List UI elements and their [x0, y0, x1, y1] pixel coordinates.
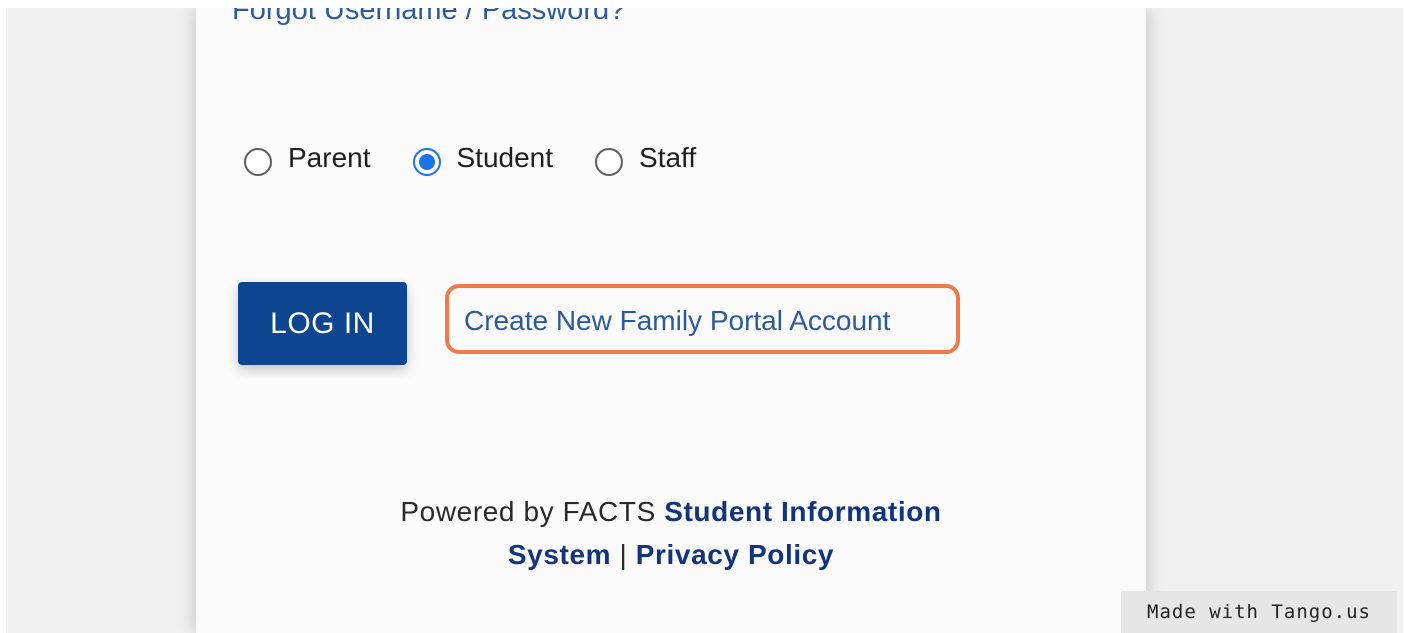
radio-parent[interactable]: [244, 148, 272, 176]
forgot-credentials-link[interactable]: Forgot Username / Password?: [232, 8, 625, 27]
radio-student-label: Student: [456, 142, 554, 173]
footer-separator: |: [611, 539, 636, 570]
tango-watermark: Made with Tango.us: [1121, 591, 1397, 633]
screenshot-frame: Forgot Username / Password? Parent Stude…: [6, 8, 1403, 633]
footer: Powered by FACTS Student Information Syst…: [196, 490, 1146, 576]
privacy-policy-link[interactable]: Privacy Policy: [636, 539, 834, 570]
powered-by-text: Powered by FACTS: [400, 496, 665, 527]
highlight-annotation: Create New Family Portal Account: [445, 284, 960, 354]
radio-staff[interactable]: [595, 148, 624, 176]
radio-staff-label: Staff: [639, 142, 697, 173]
radio-selected-dot: [418, 154, 435, 170]
radio-student[interactable]: [412, 148, 441, 176]
role-option-staff[interactable]: Staff: [595, 140, 696, 176]
login-button[interactable]: LOG IN: [238, 282, 407, 365]
sis-link-line2: System: [507, 539, 612, 570]
role-radio-group: Parent Student Staff: [244, 140, 738, 176]
role-option-student[interactable]: Student: [412, 140, 554, 176]
radio-parent-label: Parent: [288, 142, 371, 173]
login-card: Forgot Username / Password? Parent Stude…: [196, 8, 1146, 633]
role-option-parent[interactable]: Parent: [244, 140, 371, 176]
sis-link-line1: Student Information: [664, 496, 942, 527]
create-account-link[interactable]: Create New Family Portal Account: [464, 305, 890, 337]
